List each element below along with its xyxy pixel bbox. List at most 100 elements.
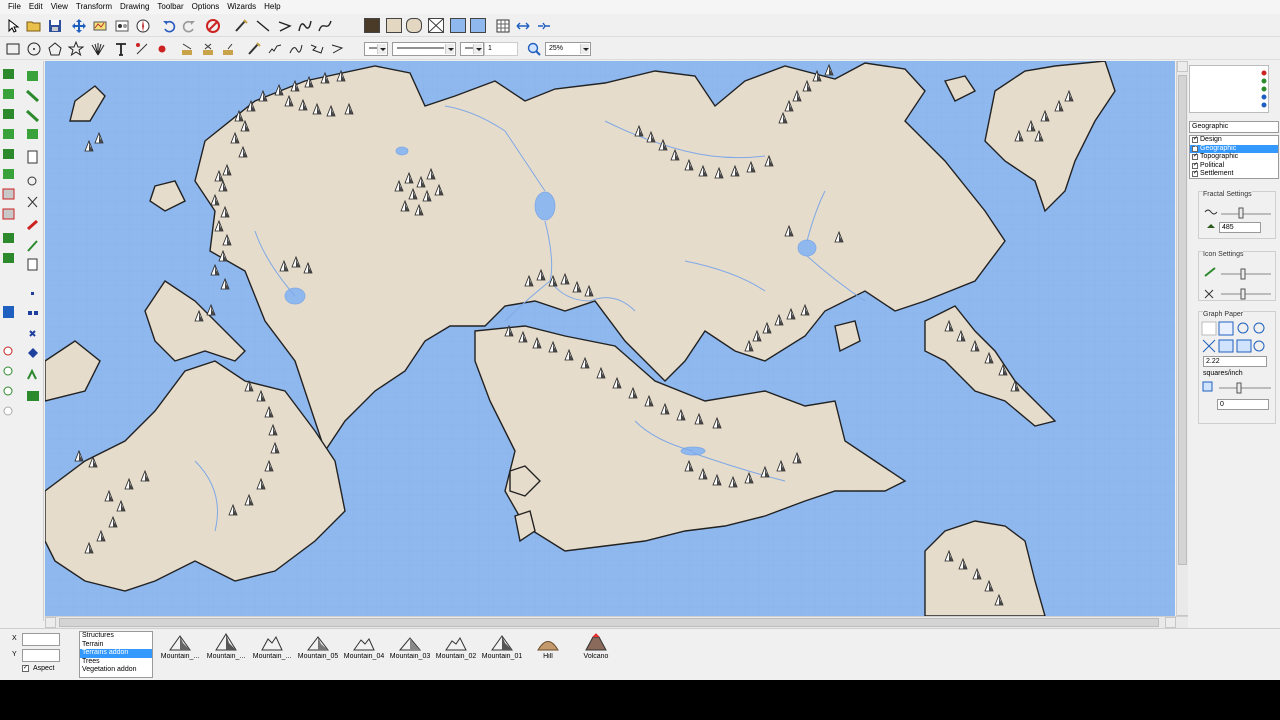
y-coordinate-field[interactable] [22,649,60,662]
point-tool-button[interactable] [153,40,171,58]
fractal-bezier-button[interactable] [329,40,347,58]
graph-size-field[interactable]: 2.22 [1203,356,1267,367]
fillet-tool-button[interactable] [219,40,237,58]
bezier-tool-button[interactable] [316,17,334,35]
color-sheet-list[interactable] [1189,65,1269,113]
fill-swatch-round[interactable] [406,18,422,33]
group-tool-icon [27,71,38,81]
layer-row-design[interactable]: Design [1190,135,1278,145]
symbol-button[interactable] [134,17,152,35]
symbol-mountain-03[interactable]: Mountain_03 [387,633,433,673]
pointer-tool-button[interactable] [4,17,22,35]
menu-edit[interactable]: Edit [25,0,47,14]
graph-paper-styles [1201,321,1265,353]
fractalize-tool-button[interactable] [266,40,284,58]
color-swatch-brown[interactable] [364,18,380,33]
catalog-item[interactable]: Vegetation addon [80,666,152,675]
pan-button[interactable] [70,17,88,35]
color-swatch-blue-2[interactable] [470,18,486,33]
save-button[interactable] [46,17,64,35]
symbol-mountain-c[interactable]: Mountain_... [249,633,295,673]
symbol-mountain-04[interactable]: Mountain_04 [341,633,387,673]
list-tool-icon [3,386,13,396]
menu-view[interactable]: View [47,0,72,14]
symbol-mountain-b[interactable]: Mountain_... [203,633,249,673]
symbol-mountain-02[interactable]: Mountain_02 [433,633,479,673]
no-fill-swatch[interactable] [428,18,444,33]
vertical-scroll-thumb[interactable] [1178,75,1187,565]
symbol-mountain-a[interactable]: Mountain_... [157,633,203,673]
layer-row-geographic[interactable]: Geographic [1190,144,1278,153]
symbol-catalog-list[interactable]: Structures Terrain Terrains addon Trees … [79,631,153,678]
line-width-field[interactable]: 1 [484,42,518,56]
menu-toolbar[interactable]: Toolbar [153,0,187,14]
menu-wizards[interactable]: Wizards [223,0,260,14]
line-pattern-dropdown[interactable] [392,42,456,56]
square-grid-icon [1218,321,1234,336]
curve-tool-button[interactable] [296,17,314,35]
color-swatch-tan[interactable] [386,18,402,33]
layer-row-topographic[interactable]: Topographic [1190,152,1278,162]
horizontal-scroll-thumb[interactable] [59,618,1159,627]
polygon-tool-button[interactable] [46,40,64,58]
redo-button[interactable] [180,17,198,35]
horizontal-scrollbar[interactable] [45,616,1188,628]
layer-row-political[interactable]: Political [1190,161,1278,171]
line-end-dropdown[interactable] [460,42,484,56]
aspect-checkbox[interactable]: ✓ [22,665,29,672]
sheet-dropdown[interactable]: Geographic [1189,121,1279,133]
draw-tool-1[interactable] [232,17,250,35]
polyline-tool-button[interactable] [276,17,294,35]
line-tool-button[interactable] [254,17,272,35]
fractal-poly-button[interactable] [308,40,326,58]
symbol-hill[interactable]: Hill [525,633,571,673]
snap-toggle-button[interactable] [535,17,553,35]
menu-file[interactable]: File [4,0,25,14]
rectangle-tool-button[interactable] [4,40,22,58]
zoom-dropdown[interactable]: 25% [545,42,591,56]
line-style-dropdown[interactable] [364,42,388,56]
x-coordinate-field[interactable] [22,633,60,646]
catalog-item-selected[interactable]: Terrains addon [80,649,152,658]
fractal-value-field[interactable]: 485 [1219,222,1261,233]
trim-tool-button[interactable] [178,40,196,58]
catalog-item[interactable]: Structures [80,632,152,641]
fractal-curve-button[interactable] [287,40,305,58]
zoom-button[interactable] [525,40,543,58]
color-swatch-blue[interactable] [450,18,466,33]
fractal-value: 485 [1222,224,1234,231]
redraw-button[interactable] [91,17,109,35]
break-tool-button[interactable] [199,40,217,58]
mountain-icon [169,635,191,651]
edit-node-button[interactable] [133,40,151,58]
scroll-left-arrow[interactable] [45,617,56,628]
open-button[interactable] [25,17,43,35]
magnifier-icon [527,42,541,56]
vertical-scrollbar[interactable] [1176,61,1188,627]
grid-toggle-button[interactable] [494,17,512,35]
graph-offset-field[interactable]: 0 [1217,399,1269,410]
menu-options[interactable]: Options [188,0,224,14]
fill-button[interactable] [113,17,131,35]
circle-tool-button[interactable] [25,40,43,58]
menu-transform[interactable]: Transform [72,0,116,14]
cancel-button[interactable] [204,17,222,35]
layer-row-settlement[interactable]: Settlement [1190,169,1278,179]
snap-button[interactable] [514,17,532,35]
scroll-right-arrow[interactable] [1165,617,1176,628]
text-tool-button[interactable] [112,40,130,58]
symbol-mountain-01[interactable]: Mountain_01 [479,633,525,673]
undo-button[interactable] [160,17,178,35]
catalog-item[interactable]: Terrain [80,641,152,650]
menu-drawing[interactable]: Drawing [116,0,153,14]
star-tool-button[interactable] [67,40,85,58]
map-canvas[interactable] [45,61,1175,616]
symbol-mountain-05[interactable]: Mountain_05 [295,633,341,673]
menu-help[interactable]: Help [260,0,284,14]
scroll-up-arrow[interactable] [1177,61,1188,72]
symbol-volcano[interactable]: Volcano [573,633,619,673]
icon-scale-icon [1204,267,1216,277]
smooth-tool-button[interactable] [245,40,263,58]
catalog-item[interactable]: Trees [80,658,152,667]
fan-tool-button[interactable] [89,40,107,58]
